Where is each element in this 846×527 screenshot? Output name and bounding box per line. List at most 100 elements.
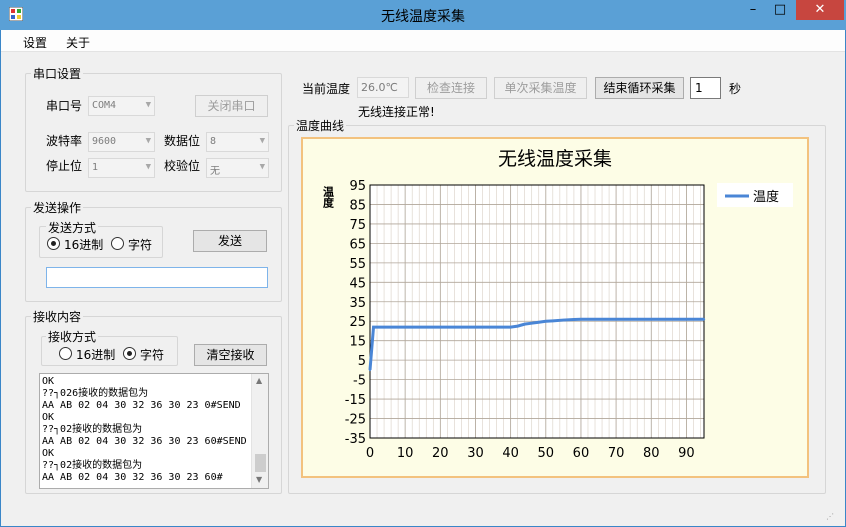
status-bar: [1, 496, 845, 526]
x-tick-label: 90: [678, 446, 695, 461]
x-tick-label: 40: [502, 446, 519, 461]
data-point: [702, 318, 706, 321]
receive-line: OK: [42, 412, 55, 423]
y-tick-label: 35: [349, 296, 366, 311]
send-hex-radio[interactable]: [47, 237, 60, 250]
y-tick-label: 25: [349, 315, 366, 330]
data-point: [562, 318, 565, 322]
scroll-thumb[interactable]: [255, 454, 266, 472]
data-point: [439, 325, 442, 329]
parity-label: 校验位: [164, 159, 201, 173]
y-tick-label: -25: [345, 413, 366, 428]
close-button[interactable]: ✕: [796, 0, 844, 20]
port-select[interactable]: COM4 ▼: [88, 96, 155, 116]
chevron-down-icon: ▼: [145, 162, 151, 172]
receive-hex-radio[interactable]: [59, 347, 72, 360]
legend-label: 温度: [753, 189, 779, 205]
stop-loop-button[interactable]: 结束循环采集: [595, 77, 684, 99]
parity-value: 无: [210, 166, 220, 177]
data-point: [551, 319, 555, 323]
stopbits-value: 1: [92, 162, 99, 173]
y-tick-label: -35: [345, 432, 366, 447]
y-tick-label: 65: [349, 237, 366, 252]
clear-receive-button[interactable]: 清空接收: [194, 344, 267, 366]
menu-settings[interactable]: 设置: [23, 34, 47, 51]
check-connection-button[interactable]: 检查连接: [415, 77, 487, 99]
x-tick-label: 0: [366, 446, 374, 461]
close-port-button[interactable]: 关闭串口: [195, 95, 268, 117]
chevron-down-icon: ▼: [145, 100, 151, 110]
interval-input[interactable]: 1: [690, 77, 721, 99]
y-tick-label: 75: [349, 218, 366, 233]
data-point: [544, 320, 547, 323]
data-point: [614, 318, 618, 321]
receive-group-title: 接收内容: [31, 308, 84, 325]
receive-line: AA AB 02 04 30 32 36 30 23 0#SEND: [42, 400, 241, 411]
send-input[interactable]: [46, 267, 268, 288]
send-mode-title: 发送方式: [46, 219, 99, 236]
receive-char-label: 字符: [140, 348, 165, 362]
resize-grip-icon[interactable]: ⋰: [826, 512, 834, 521]
databits-select[interactable]: 8 ▼: [206, 132, 269, 152]
receive-line: OK: [42, 376, 55, 387]
receive-line: ??┐02接收的数据包为: [42, 460, 143, 471]
window-title: 无线温度采集: [381, 9, 465, 25]
x-tick-label: 70: [608, 446, 625, 461]
connection-status: 无线连接正常!: [358, 105, 435, 119]
temperature-chart: 无线温度采集 95 85 75 65 55 45 35 25 15 5 -5 -15 -25 -350 10 2…: [322, 148, 793, 461]
receive-line: AA AB 02 04 30 32 36 30 23 60#SEND: [42, 436, 247, 447]
data-point: [537, 321, 540, 324]
chevron-down-icon: ▼: [259, 136, 265, 146]
menu-bar: [1, 30, 845, 52]
y-tick-label: 45: [349, 276, 366, 291]
baud-select[interactable]: 9600 ▼: [88, 132, 155, 152]
stopbits-label: 停止位: [46, 159, 83, 173]
parity-select[interactable]: 无 ▼: [206, 158, 269, 178]
curve-group-title: 温度曲线: [294, 117, 347, 134]
y-tick-label: 85: [349, 198, 366, 213]
x-tick-label: 10: [397, 446, 414, 461]
receive-char-radio[interactable]: [123, 347, 136, 360]
port-label: 串口号: [46, 99, 83, 113]
receive-line: AA AB 02 04 30 32 36 30 23 60#: [42, 472, 223, 483]
data-point: [579, 318, 583, 321]
data-point: [509, 325, 512, 329]
menu-about[interactable]: 关于: [66, 34, 90, 51]
y-tick-label: 55: [349, 257, 366, 272]
minimize-button[interactable]: –: [740, 0, 766, 20]
receive-scrollbar[interactable]: ▲ ▼: [251, 374, 268, 488]
baud-label: 波特率: [46, 134, 83, 148]
chevron-down-icon: ▼: [259, 162, 265, 172]
send-group-title: 发送操作: [31, 199, 84, 216]
receive-line: OK: [42, 448, 55, 459]
data-point: [372, 325, 375, 329]
scroll-up-icon[interactable]: ▲: [256, 376, 262, 385]
port-value: COM4: [92, 100, 117, 111]
data-point: [685, 318, 688, 321]
stopbits-select[interactable]: 1 ▼: [88, 158, 155, 178]
receive-line: ??┐02接收的数据包为: [42, 424, 143, 435]
data-point: [572, 318, 576, 321]
scroll-down-icon[interactable]: ▼: [256, 475, 262, 484]
data-point: [650, 318, 653, 321]
x-tick-label: 30: [467, 446, 484, 461]
x-tick-label: 20: [432, 446, 449, 461]
send-button[interactable]: 发送: [193, 230, 267, 252]
maximize-button[interactable]: □: [766, 0, 794, 20]
y-tick-label: 15: [349, 335, 366, 350]
x-tick-label: 80: [643, 446, 660, 461]
data-point: [403, 325, 407, 329]
send-char-label: 字符: [128, 238, 153, 252]
baud-value: 9600: [92, 136, 117, 147]
chevron-down-icon: ▼: [145, 136, 151, 146]
y-tick-label: -15: [345, 393, 366, 408]
chart-title: 无线温度采集: [498, 148, 612, 170]
data-point: [530, 321, 533, 325]
x-tick-label: 50: [538, 446, 555, 461]
serial-settings-title: 串口设置: [31, 65, 84, 82]
interval-unit: 秒: [729, 82, 742, 96]
receive-textarea[interactable]: OK ??┐026接收的数据包为 AA AB 02 04 30 32 36 30 2…: [39, 373, 269, 489]
single-capture-button[interactable]: 单次采集温度: [494, 77, 587, 99]
plot-area: [370, 185, 704, 438]
send-char-radio[interactable]: [111, 237, 124, 250]
